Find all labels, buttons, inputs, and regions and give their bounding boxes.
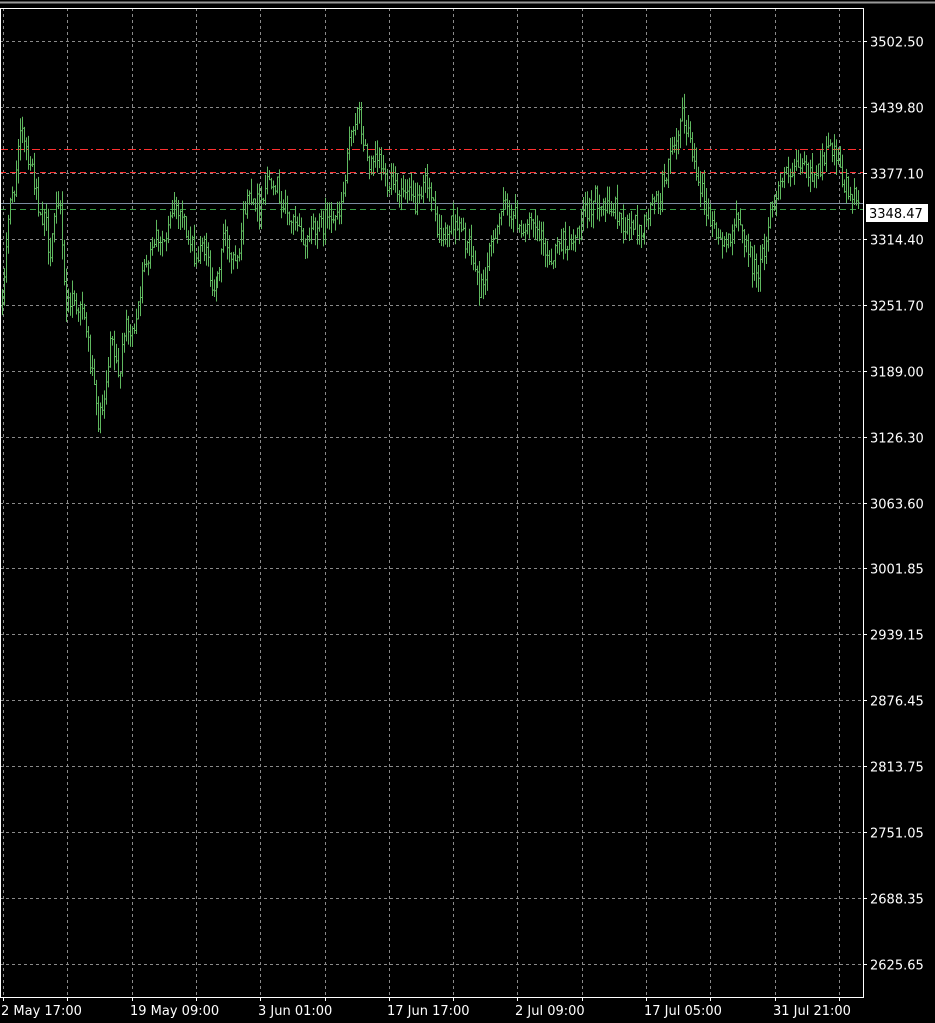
price-axis: 3502.50 3439.80 3377.10 3314.40 3251.70 3189.… [863,36,924,974]
y-tick-label: 3314.40 [870,234,924,249]
x-tick-label: 19 May 09:00 [130,1004,219,1019]
y-tick-label: 3126.30 [870,432,924,447]
y-tick-label: 3251.70 [870,300,924,315]
plot-background [0,0,935,1023]
current-price-text: 3348.47 [869,207,923,222]
x-tick-label: 3 Jun 01:00 [258,1004,332,1019]
y-tick-label: 2688.35 [870,893,924,908]
y-tick-label: 2625.65 [870,959,924,974]
price-chart: 3502.50 3439.80 3377.10 3314.40 3251.70 3189.… [0,0,935,1023]
x-tick-label: 2 Jul 09:00 [515,1004,585,1019]
y-tick-label: 2751.05 [870,827,924,842]
y-tick-label: 3377.10 [870,168,924,183]
chart-window: 3502.50 3439.80 3377.10 3314.40 3251.70 3189.… [0,0,935,1023]
y-tick-label: 3063.60 [870,498,924,513]
y-tick-label: 2876.45 [870,695,924,710]
y-tick-label: 2939.15 [870,629,924,644]
x-tick-label: 2 May 17:00 [1,1004,82,1019]
x-tick-label: 17 Jun 17:00 [387,1004,470,1019]
y-tick-label: 3439.80 [870,102,924,117]
x-tick-label: 31 Jul 21:00 [773,1004,851,1019]
y-tick-label: 3001.85 [870,563,924,578]
current-price-label: 3348.47 [866,204,928,222]
y-tick-label: 3189.00 [870,366,924,381]
y-tick-label: 3502.50 [870,36,924,51]
y-tick-label: 2813.75 [870,761,924,776]
x-tick-label: 17 Jul 05:00 [644,1004,722,1019]
